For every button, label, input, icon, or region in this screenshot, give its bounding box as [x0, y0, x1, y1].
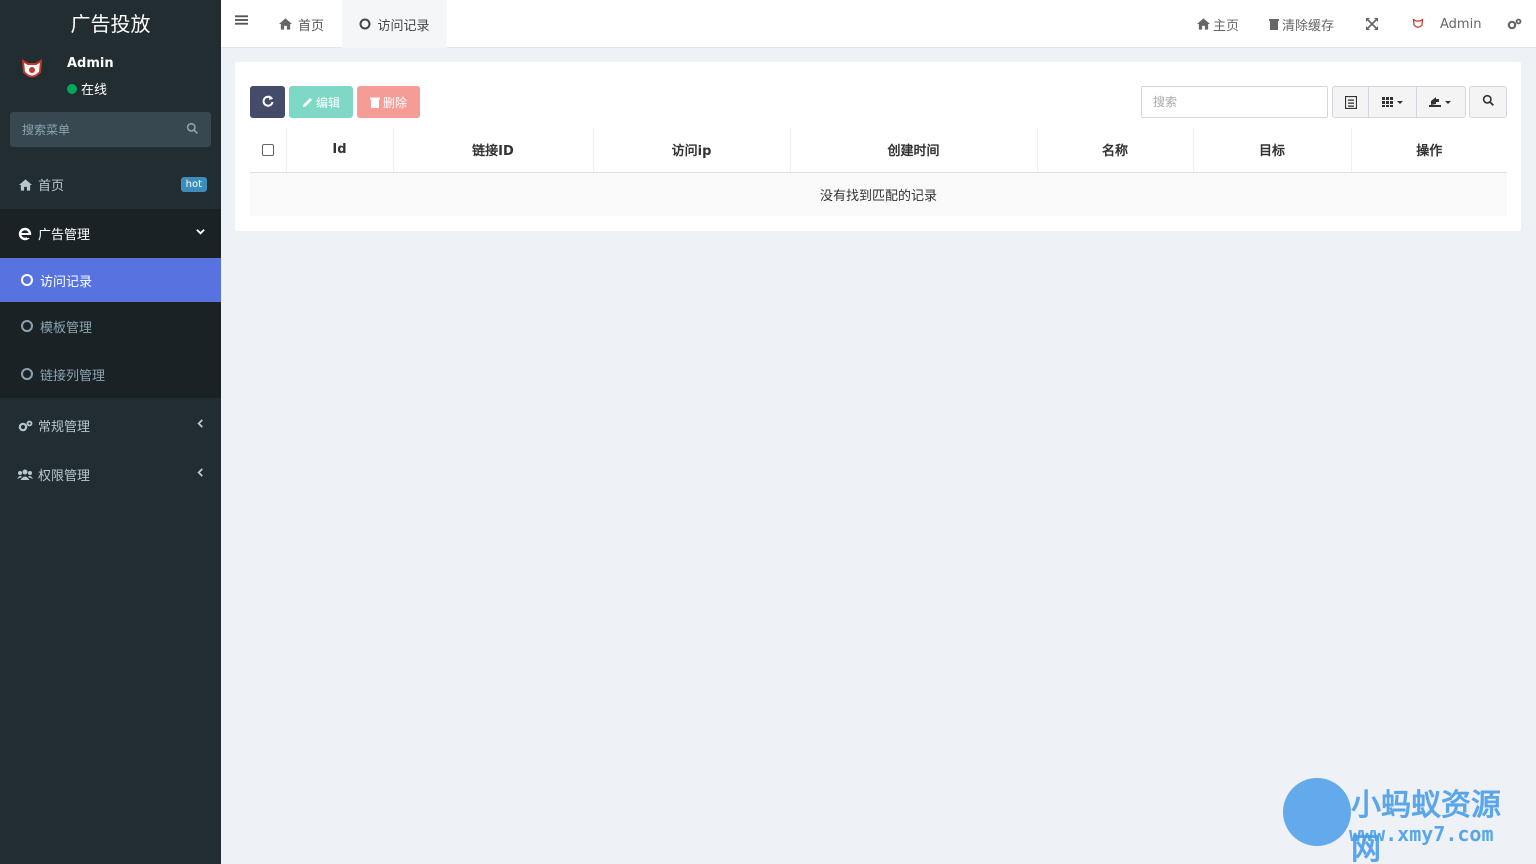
menu-toggle-icon[interactable]	[235, 14, 249, 30]
sidebar-item-link-list-management[interactable]: 链接列管理	[0, 350, 221, 398]
column-header-link-id[interactable]: 链接ID	[392, 128, 593, 173]
sidebar-menu: 首页 hot 广告管理 访问记录 模板管理 链接列管理 常规管理 权限管理	[0, 160, 221, 499]
fullscreen-icon[interactable]	[1366, 0, 1378, 48]
watermark-url: www.xmy7.com	[1349, 822, 1494, 846]
tab-home[interactable]: 首页	[279, 0, 324, 48]
refresh-button[interactable]	[250, 86, 285, 118]
sidebar-item-permission-management[interactable]: 权限管理	[0, 450, 221, 499]
user-status-label: 在线	[81, 83, 108, 98]
clear-cache-button[interactable]: 清除缓存	[1269, 0, 1334, 48]
column-header-actions: 操作	[1350, 128, 1507, 173]
ie-icon	[17, 227, 33, 241]
watermark: 小蚂蚁资源网 www.xmy7.com	[1283, 778, 1523, 864]
circle-icon	[359, 18, 371, 30]
tab-label: 首页	[298, 18, 325, 34]
empty-table-message: 没有找到匹配的记录	[250, 172, 1507, 216]
sidebar-item-label: 访问记录	[40, 274, 93, 290]
table-tools-group	[1332, 86, 1466, 118]
edit-button-label: 编辑	[315, 95, 340, 110]
home-icon	[1197, 18, 1210, 30]
clear-cache-label: 清除缓存	[1282, 18, 1335, 34]
sidebar-search	[10, 112, 211, 147]
toggle-view-icon[interactable]	[1333, 87, 1369, 117]
delete-button[interactable]: 删除	[357, 86, 420, 118]
edit-button[interactable]: 编辑	[289, 86, 353, 118]
column-header-created-time[interactable]: 创建时间	[789, 128, 1037, 173]
sidebar-item-label: 链接列管理	[40, 368, 106, 384]
search-icon[interactable]	[186, 122, 199, 139]
sidebar-item-label: 常规管理	[38, 420, 91, 435]
home-link[interactable]: 主页	[1197, 0, 1239, 48]
select-all-cell	[250, 128, 286, 173]
sidebar-item-visit-records[interactable]: 访问记录	[0, 258, 221, 302]
select-all-checkbox[interactable]	[261, 143, 274, 156]
table-row: 没有找到匹配的记录	[250, 172, 1507, 216]
content-panel: 编辑 删除 Id 链接ID 访问ip 创建	[235, 62, 1521, 231]
home-icon	[17, 178, 33, 191]
column-header-target[interactable]: 目标	[1192, 128, 1351, 173]
tab-label: 访问记录	[377, 18, 430, 34]
hot-badge: hot	[180, 177, 207, 192]
user-panel: Admin 在线	[0, 48, 221, 112]
table-search	[1141, 86, 1328, 118]
user-menu[interactable]: Admin	[1410, 0, 1481, 48]
column-header-id[interactable]: Id	[285, 128, 393, 173]
column-header-name[interactable]: 名称	[1036, 128, 1193, 173]
sidebar-item-label: 广告管理	[38, 228, 91, 243]
table-search-input[interactable]	[1142, 87, 1327, 117]
sidebar-item-label: 权限管理	[38, 469, 91, 484]
user-status: 在线	[67, 79, 107, 98]
trash-icon	[369, 97, 380, 108]
chevron-down-icon	[196, 225, 205, 240]
sidebar-item-home[interactable]: 首页 hot	[0, 160, 221, 209]
chevron-left-icon	[196, 466, 205, 481]
sidebar-search-input[interactable]	[10, 112, 211, 147]
sidebar-item-template-management[interactable]: 模板管理	[0, 302, 221, 350]
search-icon	[1482, 94, 1495, 111]
user-avatar-icon	[1412, 18, 1424, 28]
advanced-search-button[interactable]	[1469, 86, 1507, 118]
columns-dropdown-icon[interactable]	[1369, 87, 1417, 117]
sidebar-item-label: 模板管理	[40, 320, 93, 336]
delete-button-label: 删除	[382, 95, 407, 110]
tab-visit-records[interactable]: 访问记录	[342, 0, 447, 48]
app-logo[interactable]: 广告投放	[0, 0, 221, 48]
users-icon	[17, 469, 33, 481]
sidebar-item-general-management[interactable]: 常规管理	[0, 401, 221, 450]
settings-gears-icon[interactable]	[1507, 0, 1522, 48]
pencil-icon	[302, 97, 313, 108]
watermark-logo	[1283, 778, 1351, 846]
circle-icon	[21, 368, 33, 380]
user-menu-label: Admin	[1440, 16, 1482, 32]
top-navbar: 首页 访问记录 主页 清除缓存 Admin	[221, 0, 1536, 48]
ad-management-submenu: 访问记录 模板管理 链接列管理	[0, 258, 221, 398]
circle-icon	[21, 274, 33, 286]
circle-icon	[21, 320, 33, 332]
home-link-label: 主页	[1213, 18, 1240, 34]
data-table: Id 链接ID 访问ip 创建时间 名称 目标 操作 没有找到匹配的记录	[250, 128, 1507, 216]
trash-icon	[1269, 18, 1279, 30]
sidebar-item-label: 首页	[38, 179, 65, 194]
column-header-visit-ip[interactable]: 访问ip	[592, 128, 790, 173]
online-indicator	[67, 83, 77, 94]
table-header-row: Id 链接ID 访问ip 创建时间 名称 目标 操作	[250, 128, 1507, 173]
sidebar: 广告投放 Admin 在线 首页 hot 广告管理	[0, 0, 221, 864]
sidebar-item-ad-management[interactable]: 广告管理	[0, 209, 221, 258]
user-name: Admin	[67, 56, 114, 71]
cogs-icon	[17, 420, 33, 432]
home-icon	[279, 18, 292, 30]
export-dropdown-icon[interactable]	[1417, 87, 1465, 117]
chevron-left-icon	[196, 417, 205, 432]
refresh-icon	[262, 95, 274, 110]
avatar	[21, 59, 43, 78]
